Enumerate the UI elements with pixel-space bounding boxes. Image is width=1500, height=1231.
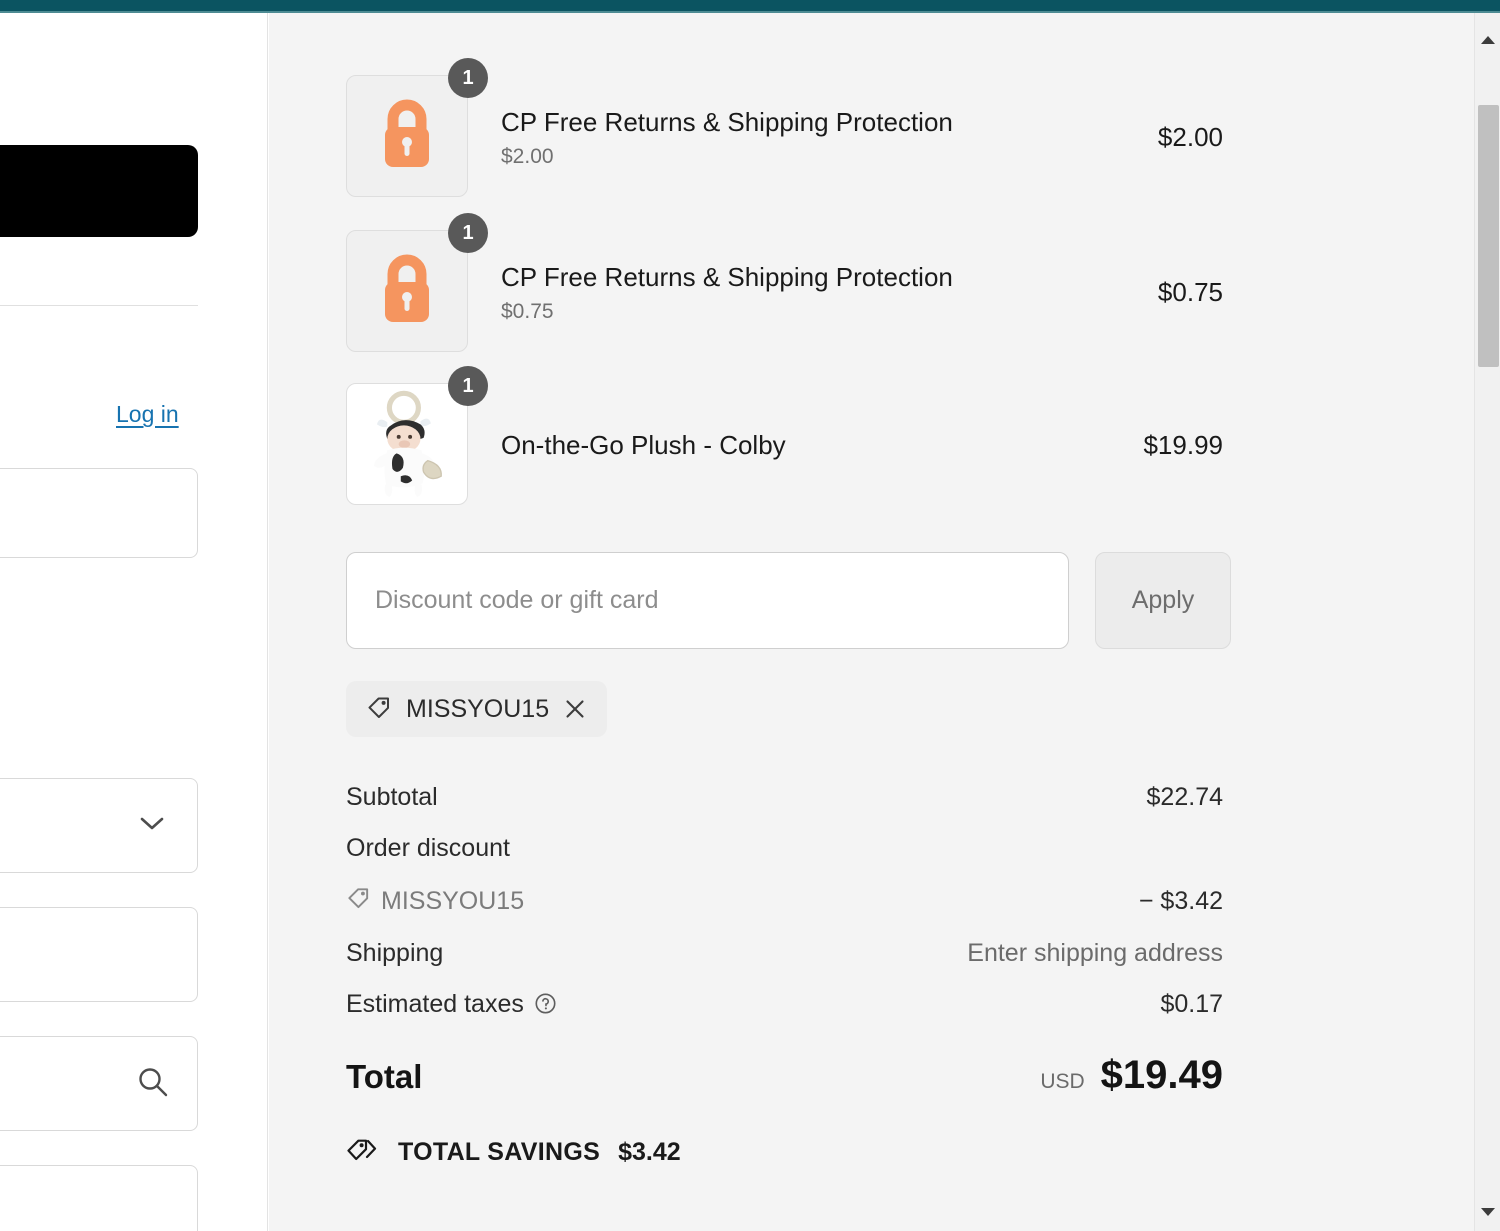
line-item-text: CP Free Returns & Shipping Protection $2… — [471, 106, 1158, 169]
summary-value: Enter shipping address — [967, 939, 1223, 967]
line-item-thumbnail-wrap: 1 — [346, 58, 488, 200]
line-item-thumbnail — [346, 383, 468, 505]
remove-discount-icon[interactable] — [563, 697, 587, 721]
scrollbar-thumb[interactable] — [1478, 105, 1499, 367]
chevron-down-icon — [140, 817, 164, 831]
browser-theme-bar — [0, 0, 1500, 11]
line-item-variant: $0.75 — [501, 299, 554, 323]
line-item-thumbnail — [346, 230, 468, 352]
line-item-thumbnail — [346, 75, 468, 197]
order-summary-panel: 1 CP Free Returns & Shipping Protection … — [269, 13, 1474, 1231]
checkout-form-panel: Log in — [0, 13, 268, 1231]
summary-value: $0.17 — [1160, 990, 1223, 1018]
line-item-variant: $2.00 — [501, 144, 554, 168]
applied-discount-code: MISSYOU15 — [406, 694, 550, 723]
total-amount: $19.49 — [1100, 1053, 1223, 1097]
name-field[interactable] — [0, 907, 198, 1002]
discount-row: Apply — [346, 552, 1231, 649]
applied-discount-chip[interactable]: MISSYOU15 — [346, 681, 608, 737]
quantity-badge: 1 — [448, 213, 488, 253]
express-checkout-button[interactable] — [0, 145, 198, 237]
summary-label-with-help: Estimated taxes — [346, 990, 557, 1019]
lock-icon — [375, 97, 439, 176]
quantity-badge: 1 — [448, 366, 488, 406]
line-item: 1 CP Free Returns & Shipping Protection … — [346, 213, 1231, 355]
tag-icon — [346, 885, 371, 917]
line-item-price: $0.75 — [1157, 277, 1223, 307]
apartment-field[interactable] — [0, 1165, 198, 1231]
double-tag-icon — [346, 1136, 380, 1169]
summary-row-estimated-taxes: Estimated taxes $0.17 — [346, 990, 1231, 1019]
line-item-price: $2.00 — [1157, 122, 1223, 152]
summary-label-text: Estimated taxes — [346, 990, 524, 1018]
checkout-page: Log in 1 CP Free Returns & Shipping Prot… — [0, 0, 1500, 1231]
apply-discount-button[interactable]: Apply — [1095, 552, 1231, 649]
line-item: 1 On-the-Go Plush - Colby $19.99 — [346, 366, 1231, 508]
total-savings-amount: $3.42 — [618, 1138, 681, 1166]
discount-code-input[interactable] — [346, 552, 1069, 649]
log-in-link[interactable]: Log in — [116, 401, 179, 428]
summary-row-discount-code: MISSYOU15 − $3.42 — [346, 885, 1231, 917]
summary-label: Shipping — [346, 939, 444, 967]
page-scrollbar[interactable] — [1474, 13, 1500, 1231]
total-savings-row: TOTAL SAVINGS $3.42 — [346, 1136, 1231, 1169]
line-item-thumbnail-wrap: 1 — [346, 213, 488, 355]
line-item-title: On-the-Go Plush - Colby — [501, 430, 786, 461]
total-currency: USD — [1040, 1070, 1085, 1093]
quantity-badge: 1 — [448, 58, 488, 98]
summary-label-with-tag: MISSYOU15 — [346, 885, 524, 917]
email-field[interactable] — [0, 468, 198, 558]
total-amount-group: USD $19.49 — [1040, 1053, 1231, 1098]
summary-row-subtotal: Subtotal $22.74 — [346, 783, 1231, 812]
line-item-text: On-the-Go Plush - Colby — [471, 429, 1143, 462]
country-select[interactable] — [0, 778, 198, 873]
summary-value: − $3.42 — [1138, 886, 1223, 915]
form-divider — [0, 305, 198, 306]
lock-icon — [375, 252, 439, 331]
summary-label-text: MISSYOU15 — [381, 886, 525, 915]
cost-summary: Subtotal $22.74 Order discount MISSYOU15… — [346, 783, 1231, 1169]
summary-label: Order discount — [346, 834, 510, 862]
line-item-title: CP Free Returns & Shipping Protection — [501, 262, 953, 293]
line-item: 1 CP Free Returns & Shipping Protection … — [346, 58, 1231, 200]
plush-cow-photo-icon — [355, 385, 459, 504]
line-item-text: CP Free Returns & Shipping Protection $0… — [471, 261, 1158, 324]
tag-icon — [366, 694, 392, 725]
summary-value: $22.74 — [1146, 783, 1223, 811]
search-icon — [136, 1065, 170, 1099]
summary-row-total: Total USD $19.49 — [346, 1053, 1231, 1098]
summary-row-shipping: Shipping Enter shipping address — [346, 939, 1231, 968]
line-item-thumbnail-wrap: 1 — [346, 366, 488, 508]
help-circle-icon[interactable] — [534, 990, 557, 1019]
line-item-price: $19.99 — [1143, 430, 1223, 460]
summary-row-order-discount: Order discount — [346, 834, 1231, 863]
line-item-title: CP Free Returns & Shipping Protection — [501, 107, 953, 138]
scroll-up-icon[interactable] — [1475, 27, 1500, 53]
summary-label: Subtotal — [346, 783, 438, 811]
scroll-down-icon[interactable] — [1475, 1199, 1500, 1225]
total-label: Total — [346, 1058, 423, 1095]
total-savings-label: TOTAL SAVINGS — [398, 1138, 601, 1166]
